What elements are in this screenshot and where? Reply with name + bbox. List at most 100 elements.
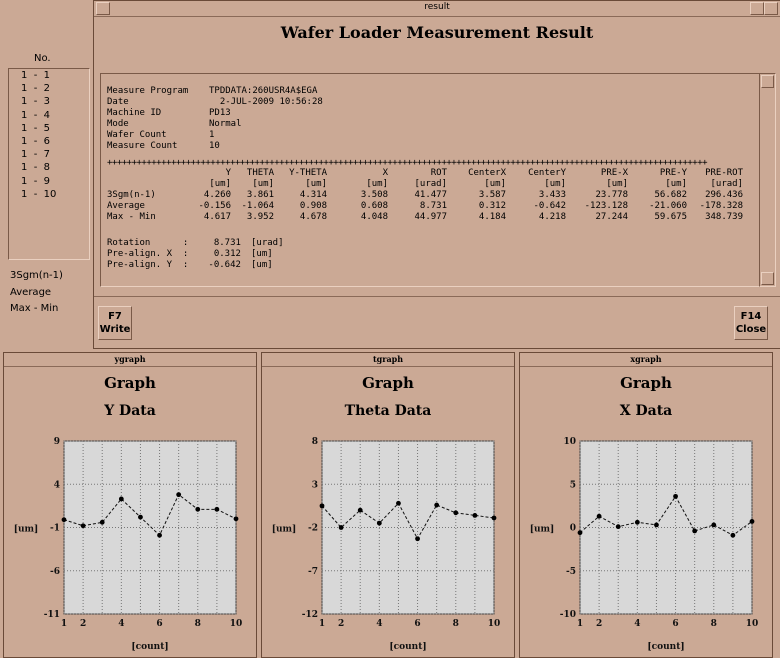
data-point (61, 517, 67, 523)
table-cell: 4.218 (538, 212, 566, 222)
x-tick-label: 4 (118, 619, 124, 629)
row-label: Max - Min (107, 212, 156, 222)
list-item[interactable]: 1 - 8 (9, 161, 89, 174)
x-axis-label: [count] (647, 642, 684, 652)
y-tick-label: -2 (308, 524, 318, 534)
table-cell: 0.908 (299, 201, 327, 211)
table-cell: 4.678 (299, 212, 327, 222)
x-tick-label: 4 (376, 619, 382, 629)
data-point (472, 512, 478, 518)
x-tick-label: 6 (414, 619, 420, 629)
summary-unit: [um] (251, 260, 273, 270)
x-tick-label: 10 (230, 619, 243, 629)
close-button[interactable]: F14 Close (734, 306, 768, 340)
info-value: 2-JUL-2009 10:56:28 (209, 97, 323, 107)
stat-label-maxmin: Max - Min (10, 303, 59, 314)
column-header: CenterY (528, 168, 566, 178)
data-point (711, 522, 717, 528)
y-tick-label: -7 (308, 567, 318, 577)
theta-data-chart: 8 3 -2 -7 -121 2 4 6 8 10 [um] [count] (272, 437, 501, 652)
page-title: Wafer Loader Measurement Result (280, 23, 594, 42)
scroll-up-icon[interactable] (761, 75, 774, 88)
info-label: Wafer Count (107, 130, 167, 140)
data-point (319, 503, 325, 509)
graph-window-title[interactable]: tgraph (262, 353, 514, 367)
x-tick-label: 10 (746, 619, 759, 629)
summary-unit: [urad] (251, 238, 284, 248)
x-tick-label: 8 (711, 619, 717, 629)
write-button[interactable]: F7 Write (98, 306, 132, 340)
column-unit: [urad] (710, 179, 743, 189)
x-tick-label: 6 (156, 619, 162, 629)
info-label: Date (107, 97, 129, 107)
y-tick-label: 10 (563, 437, 576, 447)
summary-unit: [um] (251, 249, 273, 259)
data-point (434, 502, 440, 508)
x-tick-label: 2 (596, 619, 602, 629)
list-item[interactable]: 1 - 5 (9, 122, 89, 135)
scroll-down-icon[interactable] (761, 272, 774, 285)
row-label: 3Sgm(n-1) (107, 190, 156, 200)
graph-title: Graph (104, 374, 156, 392)
button-bar: F7 Write F14 Close (94, 296, 780, 349)
data-point (634, 519, 640, 525)
window-title: result (424, 2, 450, 12)
write-key: F7 (108, 311, 122, 322)
list-item[interactable]: 1 - 7 (9, 148, 89, 161)
data-point (176, 492, 182, 498)
minimize-icon[interactable] (750, 2, 764, 15)
report-text-area[interactable]: Measure Program TPDDATA:260USR4A$EGA Dat… (100, 73, 760, 287)
list-item[interactable]: 1 - 9 (9, 175, 89, 188)
info-value: 1 (209, 130, 215, 140)
ygraph-window: ygraph Graph Y Data 9 4 -1 -6 -11 1 2 4 6 8 10 [um]… (3, 352, 257, 658)
maximize-icon[interactable] (764, 2, 778, 15)
graph-window-title[interactable]: xgraph (520, 353, 772, 367)
measurement-list[interactable]: 1 - 1 1 - 2 1 - 3 1 - 4 1 - 5 1 - 6 1 - … (8, 68, 90, 260)
report-scrollbar[interactable] (759, 73, 776, 287)
column-header: PRE-ROT (705, 168, 743, 178)
y-tick-label: 9 (54, 437, 60, 447)
list-item[interactable]: 1 - 10 (9, 188, 89, 201)
info-value: TPDDATA:260USR4A$EGA (209, 86, 318, 96)
x-tick-label: 2 (80, 619, 86, 629)
table-cell: -178.328 (699, 201, 743, 211)
data-point (615, 524, 621, 530)
data-point (396, 500, 401, 506)
x-tick-label: 6 (672, 619, 678, 629)
data-point (80, 523, 86, 529)
x-tick-label: 2 (338, 619, 344, 629)
measurement-list-panel: No. 1 - 1 1 - 2 1 - 3 1 - 4 1 - 5 1 - 6 … (0, 0, 92, 350)
data-point (357, 507, 363, 513)
list-item[interactable]: 1 - 1 (9, 69, 89, 82)
y-tick-label: -6 (50, 567, 60, 577)
list-item[interactable]: 1 - 3 (9, 95, 89, 108)
data-point (338, 525, 344, 530)
graph-subtitle: Theta Data (344, 403, 432, 419)
table-cell: -0.642 (533, 201, 566, 211)
info-value: PD13 (209, 108, 231, 118)
x-axis-label: [count] (389, 642, 426, 652)
column-header: Y-THETA (289, 168, 327, 178)
info-label: Measure Count (107, 141, 178, 151)
graph-title: Graph (620, 374, 672, 392)
x-tick-label: 1 (319, 619, 325, 629)
write-label: Write (99, 324, 131, 335)
data-point (138, 514, 143, 520)
column-unit: [um] (305, 179, 327, 189)
data-point (577, 530, 583, 536)
graph-window-title[interactable]: ygraph (4, 353, 256, 367)
info-row: Measure Program (107, 86, 188, 97)
data-point (376, 520, 382, 526)
graph-title: Graph (362, 374, 414, 392)
info-label: Machine ID (107, 108, 162, 118)
summary-label: Pre-align. Y : (107, 260, 189, 270)
result-titlebar[interactable]: result (94, 1, 780, 17)
list-item[interactable]: 1 - 6 (9, 135, 89, 148)
data-point (233, 516, 239, 522)
close-label: Close (735, 324, 767, 335)
list-item[interactable]: 1 - 2 (9, 82, 89, 95)
list-item[interactable]: 1 - 4 (9, 109, 89, 122)
y-axis-label: [um] (530, 525, 555, 535)
summary-value: -0.642 (203, 260, 241, 270)
data-point (491, 515, 497, 521)
